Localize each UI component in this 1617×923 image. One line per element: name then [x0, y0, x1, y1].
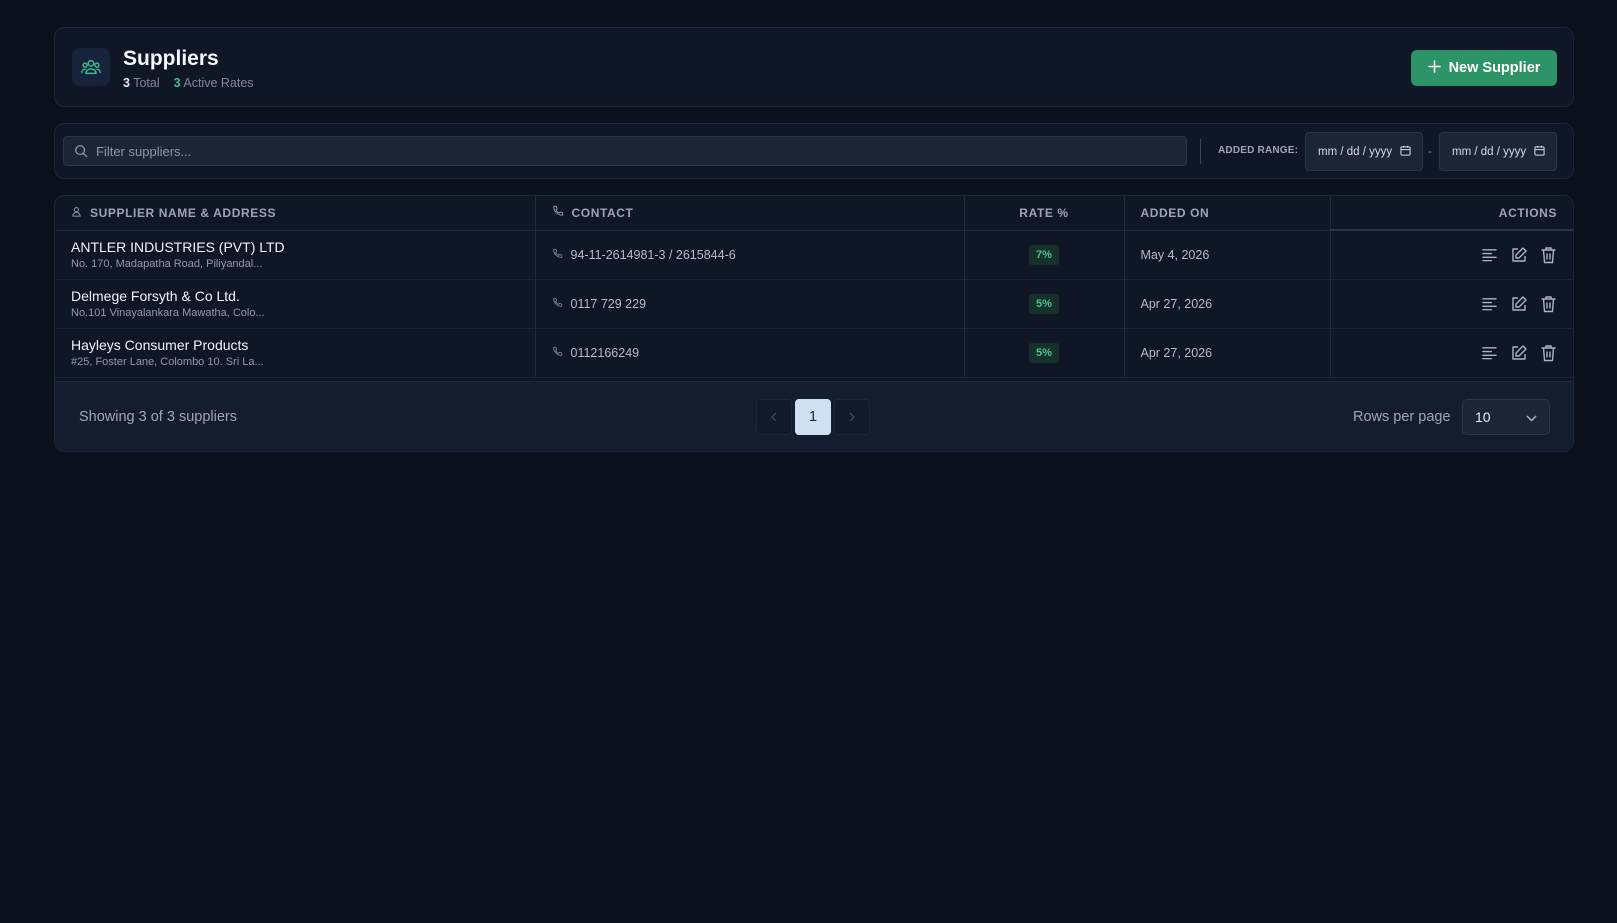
rate-cell: 5%	[964, 279, 1125, 329]
trash-icon[interactable]	[1540, 295, 1557, 313]
column-header-contact[interactable]: CONTACT	[535, 196, 965, 231]
supplier-address: No.101 Vinayalankara Mawatha, Colo...	[71, 307, 265, 319]
column-header-actions: ACTIONS	[1330, 196, 1573, 231]
table-row[interactable]: Hayleys Consumer Products #25, Foster La…	[55, 328, 1573, 378]
rows-per-page-select[interactable]: 10	[1462, 399, 1550, 435]
trash-icon[interactable]	[1540, 344, 1557, 362]
phone-icon	[552, 248, 563, 262]
suppliers-table: SUPPLIER NAME & ADDRESS CONTACT RATE % A…	[55, 196, 1573, 378]
rows-per-page-label: Rows per page	[1353, 409, 1451, 425]
range-separator: -	[1428, 144, 1432, 158]
phone-icon	[552, 205, 564, 220]
edit-icon[interactable]	[1510, 344, 1528, 362]
rate-cell: 5%	[964, 328, 1125, 378]
calendar-icon[interactable]	[1400, 145, 1411, 159]
phone-icon	[552, 297, 563, 311]
added-on-cell: Apr 27, 2026	[1124, 279, 1331, 329]
supplier-name: Hayleys Consumer Products	[71, 337, 249, 353]
search-input[interactable]	[96, 137, 1176, 165]
suppliers-table-card: SUPPLIER NAME & ADDRESS CONTACT RATE % A…	[54, 195, 1574, 452]
list-icon[interactable]	[1481, 295, 1498, 313]
date-to-input[interactable]: mm / dd / yyyy	[1439, 132, 1557, 171]
actions-cell	[1330, 328, 1573, 378]
prev-page-button[interactable]	[756, 399, 792, 435]
actions-cell	[1330, 230, 1573, 280]
column-header-name[interactable]: SUPPLIER NAME & ADDRESS	[55, 196, 536, 231]
column-header-added[interactable]: ADDED ON	[1124, 196, 1331, 231]
supplier-cell: Hayleys Consumer Products #25, Foster La…	[55, 328, 536, 378]
trash-icon[interactable]	[1540, 246, 1557, 264]
page-header: Suppliers 3 Total 3 Active Rates New Sup…	[54, 27, 1574, 107]
active-rates-stat: 3 Active Rates	[173, 76, 254, 90]
supplier-name: Delmege Forsyth & Co Ltd.	[71, 288, 240, 304]
edit-icon[interactable]	[1510, 246, 1528, 264]
rate-badge: 7%	[1029, 244, 1059, 265]
pagination: 1	[756, 399, 870, 435]
user-icon	[71, 206, 82, 220]
table-footer: Showing 3 of 3 suppliers 1 Rows per page…	[55, 381, 1573, 451]
rate-badge: 5%	[1029, 293, 1059, 314]
chevron-right-icon	[848, 409, 856, 425]
chevron-down-icon	[1526, 409, 1537, 425]
search-box[interactable]	[63, 136, 1187, 166]
plus-icon	[1427, 59, 1441, 77]
list-icon[interactable]	[1481, 344, 1498, 362]
contact-text: 94-11-2614981-3 / 2615844-6	[570, 247, 736, 262]
contact-text: 0112166249	[570, 345, 640, 360]
page-title: Suppliers	[123, 47, 219, 70]
showing-count: Showing 3 of 3 suppliers	[79, 409, 237, 425]
supplier-cell: ANTLER INDUSTRIES (PVT) LTD No. 170, Mad…	[55, 230, 536, 280]
page-button-1[interactable]: 1	[795, 399, 831, 435]
edit-icon[interactable]	[1510, 295, 1528, 313]
filter-bar: ADDED RANGE: mm / dd / yyyy - mm / dd / …	[54, 123, 1574, 179]
supplier-name: ANTLER INDUSTRIES (PVT) LTD	[71, 239, 285, 255]
table-row[interactable]: ANTLER INDUSTRIES (PVT) LTD No. 170, Mad…	[55, 230, 1573, 280]
total-stat: 3 Total	[123, 76, 160, 90]
supplier-cell: Delmege Forsyth & Co Ltd. No.101 Vinayal…	[55, 279, 536, 329]
search-icon	[74, 144, 88, 163]
actions-cell	[1330, 279, 1573, 329]
contact-cell: 0117 729 229	[535, 279, 965, 329]
contact-text: 0117 729 229	[570, 296, 647, 311]
table-row[interactable]: Delmege Forsyth & Co Ltd. No.101 Vinayal…	[55, 279, 1573, 329]
added-on-cell: Apr 27, 2026	[1124, 328, 1331, 378]
added-on-cell: May 4, 2026	[1124, 230, 1331, 280]
contact-cell: 94-11-2614981-3 / 2615844-6	[535, 230, 965, 280]
summary-stats: 3 Total 3 Active Rates	[123, 76, 254, 90]
list-icon[interactable]	[1481, 246, 1498, 264]
column-header-rate[interactable]: RATE %	[964, 196, 1125, 231]
calendar-icon[interactable]	[1534, 145, 1545, 159]
phone-icon	[552, 346, 563, 360]
supplier-address: #25, Foster Lane, Colombo 10. Sri La...	[71, 356, 264, 368]
rate-cell: 7%	[964, 230, 1125, 280]
contact-cell: 0112166249	[535, 328, 965, 378]
new-supplier-button[interactable]: New Supplier	[1411, 50, 1557, 86]
supplier-address: No. 170, Madapatha Road, Piliyandal...	[71, 258, 263, 270]
date-from-input[interactable]: mm / dd / yyyy	[1305, 132, 1423, 171]
chevron-left-icon	[770, 409, 778, 425]
rate-badge: 5%	[1029, 342, 1059, 363]
next-page-button[interactable]	[834, 399, 870, 435]
divider	[1200, 139, 1201, 164]
table-header-row: SUPPLIER NAME & ADDRESS CONTACT RATE % A…	[55, 196, 1573, 231]
users-icon	[72, 48, 110, 86]
added-range-label: ADDED RANGE:	[1218, 145, 1299, 156]
